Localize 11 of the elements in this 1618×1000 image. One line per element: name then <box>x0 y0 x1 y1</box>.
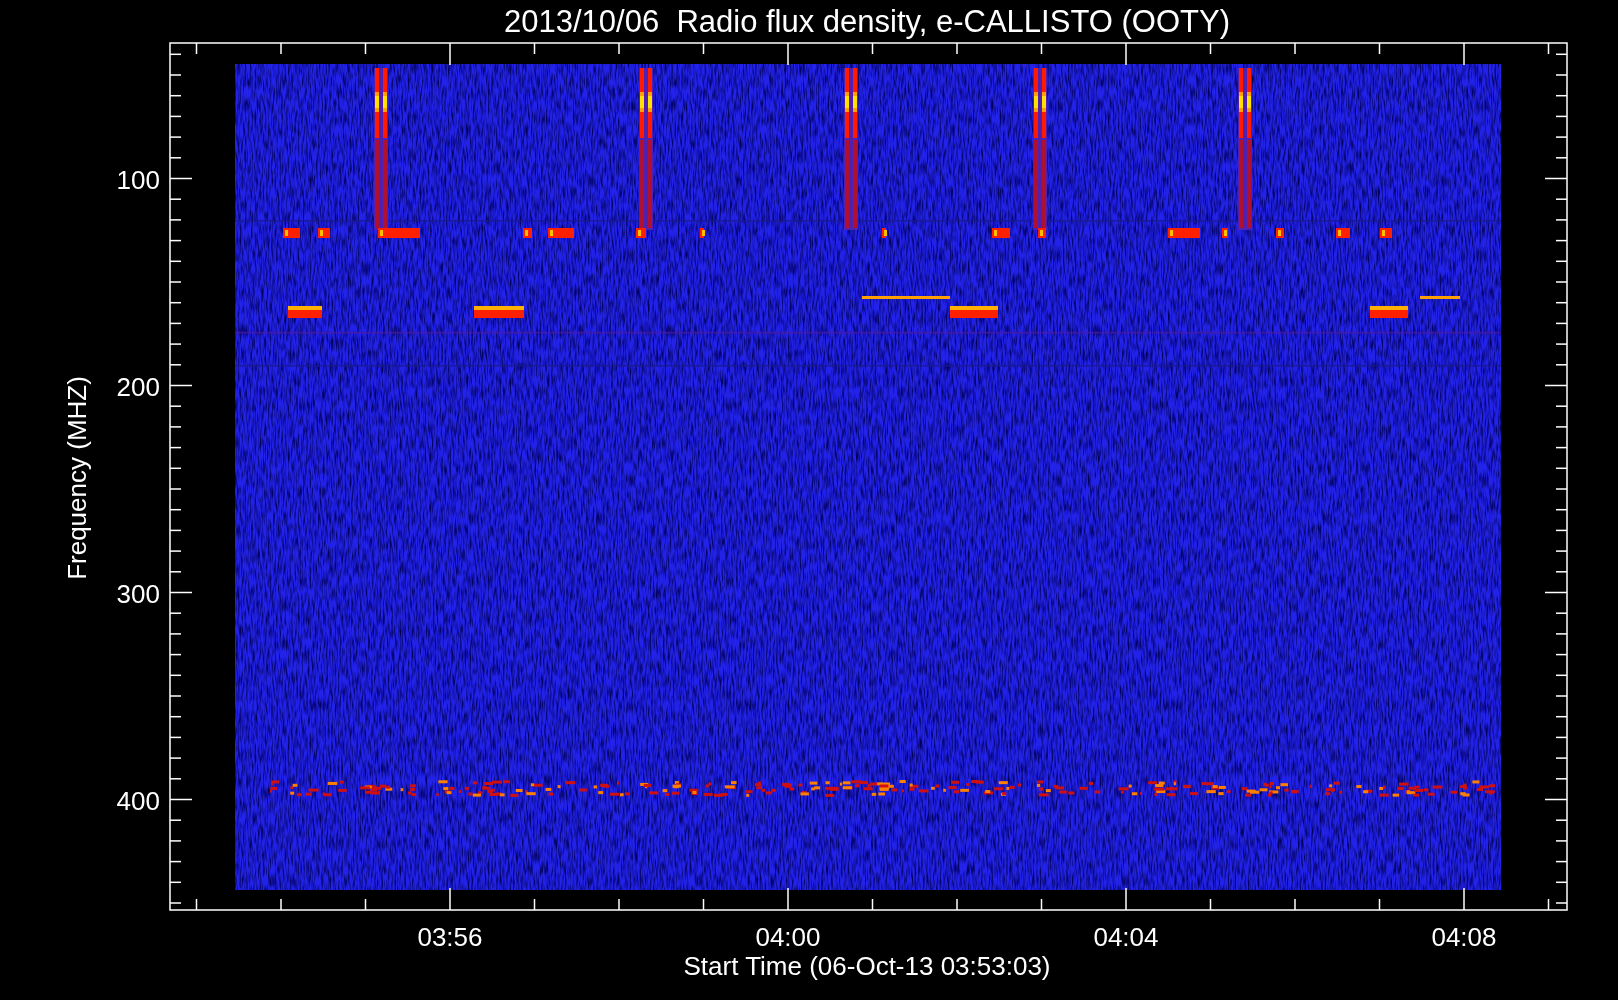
x-tick-label: 04:08 <box>1431 922 1497 952</box>
y-tick-label: 300 <box>116 578 160 609</box>
y-tick-label: 200 <box>116 371 160 402</box>
x-tick-label: 03:56 <box>417 922 483 952</box>
y-tick-label: 100 <box>116 164 160 195</box>
x-tick-label: 04:00 <box>755 922 821 952</box>
x-axis-label: Start Time (06-Oct-13 03:53:03) <box>683 951 1051 981</box>
y-axis-label: Frequency (MHZ) <box>62 376 92 580</box>
y-tick-label: 400 <box>116 785 160 816</box>
chart-title: 2013/10/06 Radio flux density, e-CALLISTO (OOTY) <box>504 4 1230 39</box>
x-tick-label: 04:04 <box>1093 922 1159 952</box>
